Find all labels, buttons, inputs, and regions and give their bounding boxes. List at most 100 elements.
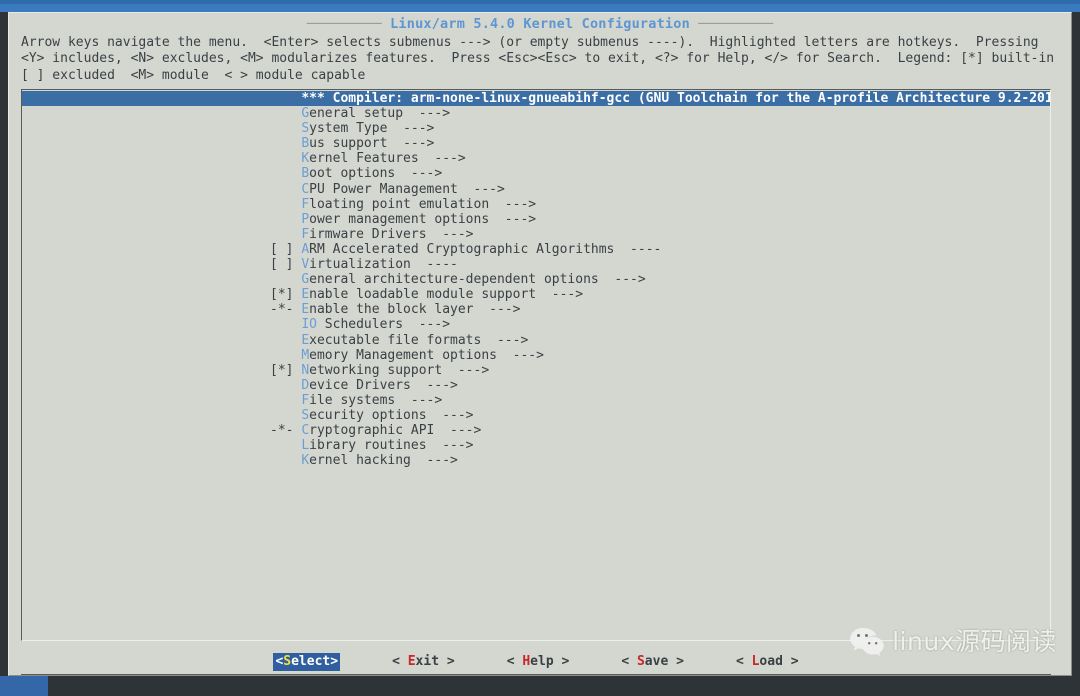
menu-item-mark [270, 348, 301, 363]
menu-item[interactable]: Kernel hacking ---> [22, 453, 1050, 468]
help-text: Arrow keys navigate the menu. <Enter> se… [21, 35, 1070, 83]
window-accent-bar [0, 4, 1080, 12]
menu-item[interactable]: -*- Enable the block layer ---> [22, 302, 1050, 317]
button-label: elect [291, 653, 331, 669]
button-bar: <Select> < Exit > < Help > < Save > < Load > [21, 649, 1051, 675]
submenu-arrow-icon: ---> [536, 287, 584, 303]
submenu-arrow-icon: ---> [473, 302, 521, 318]
menu-item-hotkey: F [301, 392, 310, 408]
button-label: ave [644, 653, 669, 669]
menu-item-hotkey: C [301, 181, 310, 197]
button-hotkey: S [283, 653, 292, 669]
menu-item-hotkey: A [301, 241, 310, 257]
menu-item-label: ecurity options [309, 407, 427, 423]
menu-item[interactable]: [*] Enable loadable module support ---> [22, 287, 1050, 302]
menu-item-hotkey: G [301, 272, 310, 288]
menu-item-label: oot options [309, 166, 396, 182]
menu-item[interactable]: Boot options ---> [22, 166, 1050, 181]
menu-item-hotkey: G [301, 106, 310, 122]
menu-item-mark: [*] [270, 287, 302, 303]
menu-item[interactable]: Memory Management options ---> [22, 348, 1050, 363]
menu-item[interactable]: Kernel Features ---> [22, 151, 1050, 166]
menu-item-hotkey: S [301, 407, 310, 423]
menu-item[interactable]: [ ] ARM Accelerated Cryptographic Algori… [22, 242, 1050, 257]
menu-item[interactable]: Floating point emulation ---> [22, 197, 1050, 212]
menu-item[interactable]: Power management options ---> [22, 212, 1050, 227]
menu-item-mark [270, 182, 301, 197]
menu-item-mark [270, 151, 301, 166]
button-select[interactable]: <Select> [273, 652, 341, 671]
menu-item[interactable]: Device Drivers ---> [22, 378, 1050, 393]
window-accent-bar-bottom-left [0, 676, 48, 696]
menu-item-mark [270, 227, 301, 242]
menu-item-label: ernel Features [309, 151, 419, 167]
menu-item-prefix-text: *** Compiler: arm-none-linux-gnueabihf-g… [301, 91, 1051, 106]
menu-item-label: etworking support [309, 362, 443, 378]
menu-item-label: RM Accelerated Cryptographic Algorithms [309, 241, 615, 257]
menu-item[interactable]: System Type ---> [22, 121, 1050, 136]
button-load[interactable]: < Load > [736, 653, 799, 671]
menu-item-hotkey: M [301, 347, 310, 363]
submenu-arrow-icon: ---> [426, 438, 474, 454]
button-bracket-right: > [330, 653, 339, 669]
submenu-arrow-icon: ---> [598, 272, 646, 288]
button-bracket-left: < [392, 653, 408, 669]
button-save[interactable]: < Save > [621, 653, 684, 671]
menu-item-hotkey: K [301, 453, 310, 469]
menu-item[interactable]: General architecture-dependent options -… [22, 272, 1050, 287]
menu-item[interactable]: Firmware Drivers ---> [22, 227, 1050, 242]
menu-item[interactable]: CPU Power Management ---> [22, 182, 1050, 197]
menu-frame: *** Compiler: arm-none-linux-gnueabihf-g… [21, 89, 1051, 641]
button-bracket-left: < [506, 653, 523, 669]
menu-item-mark [270, 333, 301, 348]
button-bracket-right: > [439, 653, 455, 669]
menu-item-label: emory Management options [309, 347, 497, 363]
menu-item-label: PU Power Management [309, 181, 458, 197]
menu-item-mark [270, 212, 301, 227]
menu-item-hotkey: S [301, 121, 310, 137]
submenu-arrow-icon: ---> [410, 453, 458, 469]
submenu-arrow-icon: ---> [442, 362, 490, 378]
menu-item-mark [270, 438, 301, 453]
menu-item[interactable]: *** Compiler: arm-none-linux-gnueabihf-g… [22, 91, 1051, 107]
submenu-arrow-icon: ---> [403, 106, 451, 122]
menu-item-hotkey: L [301, 438, 310, 454]
menu-item[interactable]: [ ] Virtualization ---- [22, 257, 1050, 272]
menu-item-label: eneral architecture-dependent options [309, 272, 599, 288]
menu-item-mark [270, 197, 301, 212]
menu-item[interactable]: Security options ---> [22, 408, 1050, 423]
menu-item[interactable]: IO Schedulers ---> [22, 317, 1050, 332]
menu-item-label: ile systems [309, 392, 396, 408]
menu-list[interactable]: *** Compiler: arm-none-linux-gnueabihf-g… [22, 91, 1050, 468]
button-bracket-left: < [735, 653, 752, 669]
button-exit[interactable]: < Exit > [392, 653, 455, 671]
menu-item-mark: [*] [270, 362, 302, 378]
dialog-title: ───────── Linux/arm 5.4.0 Kernel Configu… [9, 16, 1071, 32]
menu-item-mark [270, 393, 301, 408]
menu-item[interactable]: Library routines ---> [22, 438, 1050, 453]
title-rule-left: ───────── [306, 16, 391, 32]
submenu-arrow-icon: ---> [426, 226, 474, 242]
menu-item-label: eneral setup [309, 106, 404, 122]
menu-item-hotkey: F [301, 226, 310, 242]
submenu-arrow-icon: ---- [410, 257, 458, 273]
menu-item[interactable]: File systems ---> [22, 393, 1050, 408]
menu-item[interactable]: General setup ---> [22, 106, 1050, 121]
menu-item[interactable]: Bus support ---> [22, 136, 1050, 151]
menu-item-mark [270, 121, 301, 136]
button-hotkey: S [636, 653, 645, 669]
button-help[interactable]: < Help > [507, 653, 570, 671]
button-hotkey: E [407, 653, 416, 669]
menu-item[interactable]: [*] Networking support ---> [22, 363, 1050, 378]
menu-item[interactable]: -*- Cryptographic API ---> [22, 423, 1050, 438]
menu-item[interactable]: Executable file formats ---> [22, 333, 1050, 348]
submenu-arrow-icon: ---> [418, 151, 466, 167]
submenu-arrow-icon: ---> [489, 211, 537, 227]
menu-item-mark: -*- [270, 302, 302, 318]
terminal-screen: ───────── Linux/arm 5.4.0 Kernel Configu… [0, 0, 1080, 696]
submenu-arrow-icon: ---> [434, 423, 482, 439]
menu-item-label: ystem Type [309, 121, 388, 137]
menu-item-label: xecutable file formats [309, 332, 482, 348]
menu-item-hotkey: P [301, 211, 310, 227]
menu-item-mark [270, 408, 301, 423]
